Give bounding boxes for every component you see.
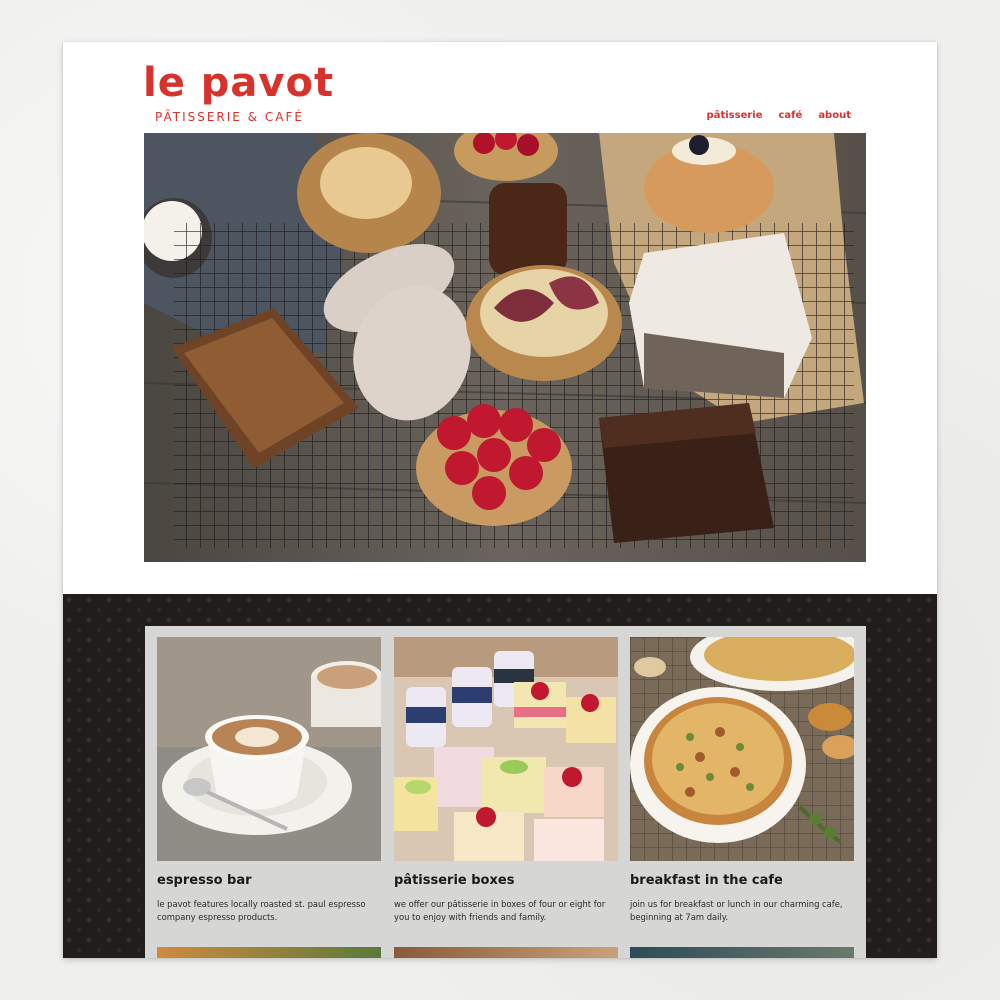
card-title: espresso bar — [157, 873, 252, 888]
card-title: pâtisserie boxes — [394, 873, 515, 888]
feature-card-patisserie-boxes[interactable]: pâtisserie boxes we offer our pâtisserie… — [394, 637, 618, 924]
feature-card-breakfast[interactable]: breakfast in the cafe join us for breakf… — [630, 637, 854, 924]
feature-card-espresso[interactable]: espresso bar le pavot features locally r… — [157, 637, 381, 924]
brand-logo[interactable]: le pavot PÂTISSERIE & CAFÉ — [143, 60, 343, 126]
nav-item-cafe[interactable]: café — [779, 110, 803, 121]
brand-name: le pavot — [143, 60, 335, 106]
card-description: le pavot features locally roasted st. pa… — [157, 899, 366, 922]
patisserie-box-image — [394, 637, 618, 861]
brand-tagline: PÂTISSERIE & CAFÉ — [155, 110, 304, 124]
pastries-illustration — [144, 133, 866, 562]
quiche-image — [630, 637, 854, 861]
features-section: espresso bar le pavot features locally r… — [63, 594, 937, 958]
main-nav: pâtisserie café about — [707, 110, 851, 121]
nav-item-about[interactable]: about — [818, 110, 851, 121]
next-card-preview — [394, 947, 618, 958]
next-card-preview — [630, 947, 854, 958]
next-card-preview — [157, 947, 381, 958]
card-description: we offer our pâtisserie in boxes of four… — [394, 899, 606, 922]
website-page: le pavot PÂTISSERIE & CAFÉ pâtisserie ca… — [63, 42, 937, 958]
nav-item-patisserie[interactable]: pâtisserie — [707, 110, 763, 121]
features-panel: espresso bar le pavot features locally r… — [145, 626, 866, 958]
card-title: breakfast in the cafe — [630, 873, 783, 888]
espresso-image — [157, 637, 381, 861]
card-description: join us for breakfast or lunch in our ch… — [630, 899, 843, 922]
hero-image — [144, 133, 866, 562]
